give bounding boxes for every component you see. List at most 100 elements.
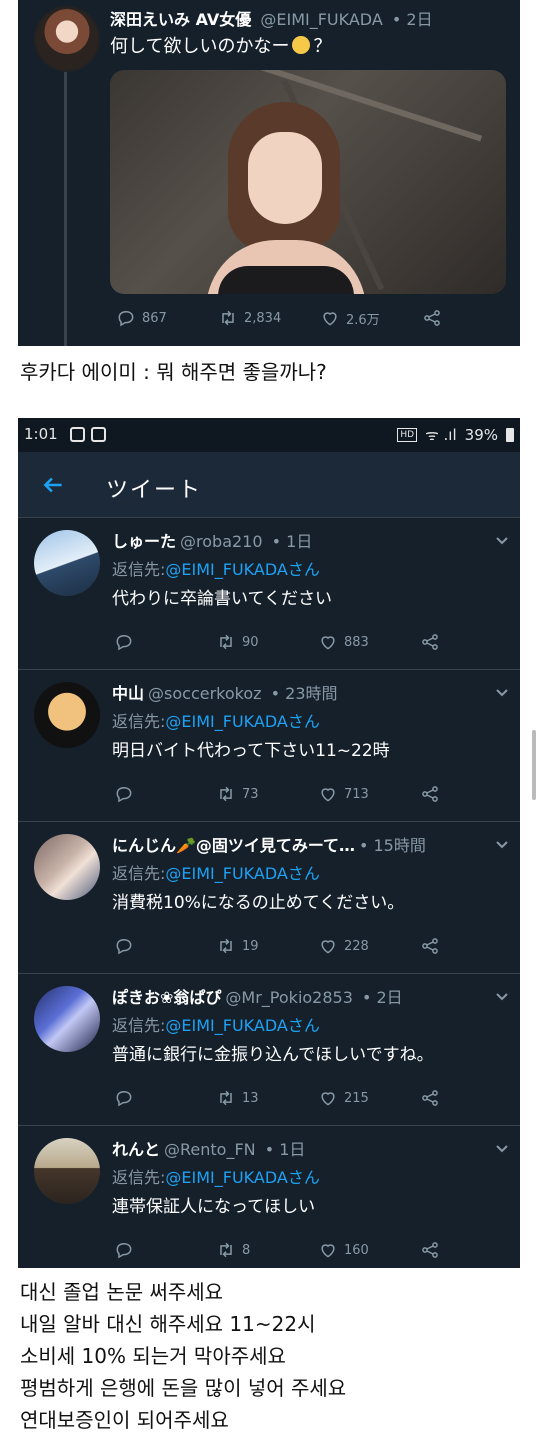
- avatar[interactable]: [34, 1138, 100, 1204]
- back-arrow-icon[interactable]: [40, 472, 66, 498]
- reply-button[interactable]: [114, 780, 134, 808]
- retweet-count: 8: [242, 1242, 251, 1258]
- reply-tweet[interactable]: にんじん🥕@固ツイ見てみーて… • 15時間 返信先:@EIMI_FUKADAさん消…: [18, 822, 520, 974]
- like-button[interactable]: 228: [318, 932, 369, 960]
- reply-actions: 13 215: [114, 1084, 514, 1110]
- status-time: 1:01: [24, 425, 58, 443]
- author-handle[interactable]: @Mr_Pokio2853: [225, 988, 352, 1007]
- like-count: 215: [344, 1090, 369, 1106]
- author-handle[interactable]: @roba210: [180, 532, 263, 551]
- like-count: 713: [344, 786, 369, 802]
- smiling-face-icon: [292, 36, 311, 54]
- share-button[interactable]: [420, 932, 440, 960]
- thread-line: [64, 70, 67, 346]
- chevron-down-icon[interactable]: [494, 836, 510, 852]
- mention-link[interactable]: @EIMI_FUKADAさん: [165, 712, 319, 731]
- scrollbar-thumb[interactable]: [532, 730, 536, 800]
- author-handle[interactable]: @Rento_FN: [164, 1140, 256, 1159]
- chevron-down-icon[interactable]: [494, 1140, 510, 1156]
- retweet-count: 90: [242, 634, 259, 650]
- original-tweet[interactable]: 深田えいみ AV女優 @EIMI_FUKADA • 2日 何して欲しいのかなー ？…: [18, 0, 520, 346]
- like-button[interactable]: 883: [318, 628, 369, 656]
- author-name[interactable]: しゅーた: [112, 532, 176, 551]
- avatar[interactable]: [34, 682, 100, 748]
- like-button[interactable]: 215: [318, 1084, 369, 1112]
- share-button[interactable]: [420, 1084, 440, 1112]
- caption-translations: 대신 졸업 논문 써주세요 내일 알바 대신 해주세요 11~22시 소비세 1…: [20, 1276, 346, 1436]
- retweet-button[interactable]: 2,834: [218, 304, 281, 332]
- share-button[interactable]: [420, 628, 440, 656]
- dot-separator: •: [265, 684, 286, 703]
- avatar[interactable]: [34, 986, 100, 1052]
- reply-time: 1日: [286, 532, 313, 551]
- reply-header: しゅーた @roba210 • 1日: [112, 528, 312, 552]
- reply-actions: 73 713: [114, 780, 514, 806]
- reply-time: 23時間: [285, 684, 338, 703]
- mention-link[interactable]: @EIMI_FUKADAさん: [165, 864, 319, 883]
- reply-button[interactable]: [114, 1084, 134, 1112]
- avatar[interactable]: [34, 530, 100, 596]
- tweet-photo[interactable]: [110, 70, 506, 294]
- like-button[interactable]: 160: [318, 1236, 369, 1264]
- reply-text: 普通に銀行に金振り込んでほしいですね。: [112, 1045, 434, 1065]
- hd-voice-icon: HD: [397, 428, 418, 442]
- reply-actions: 19 228: [114, 932, 514, 958]
- retweet-count: 13: [242, 1090, 259, 1106]
- instagram-icon: [70, 427, 85, 442]
- like-count: 160: [344, 1242, 369, 1258]
- like-button[interactable]: 2.6万: [320, 304, 380, 332]
- share-button[interactable]: [420, 1236, 440, 1264]
- reply-button[interactable]: [114, 932, 134, 960]
- author-name[interactable]: ぽきお❀翁ぱぴ: [112, 988, 221, 1007]
- reply-tweet[interactable]: しゅーた @roba210 • 1日 返信先:@EIMI_FUKADAさん 代わりに卒…: [18, 518, 520, 670]
- dot-separator: •: [358, 836, 374, 855]
- author-handle[interactable]: @EIMI_FUKADA: [260, 10, 382, 29]
- retweet-button[interactable]: 73: [216, 780, 259, 808]
- heart-icon: [321, 636, 335, 650]
- like-button[interactable]: 713: [318, 780, 369, 808]
- reply-button[interactable]: [114, 1236, 134, 1264]
- chevron-down-icon[interactable]: [494, 532, 510, 548]
- retweet-button[interactable]: 13: [216, 1084, 259, 1112]
- mention-link[interactable]: @EIMI_FUKADAさん: [165, 560, 319, 579]
- reply-header: にんじん🥕@固ツイ見てみーて… • 15時間: [112, 832, 426, 856]
- wifi-signal-icon: ᯤ .ıl: [425, 426, 457, 444]
- mention-link[interactable]: @EIMI_FUKADAさん: [165, 1168, 319, 1187]
- author-name[interactable]: れんと: [112, 1140, 160, 1159]
- caption-translation: 후카다 에이미 : 뭐 해주면 좋을까나?: [20, 360, 327, 384]
- dot-separator: •: [259, 1140, 280, 1159]
- chevron-down-icon[interactable]: [494, 988, 510, 1004]
- photo-dress: [218, 266, 354, 294]
- author-name[interactable]: にんじん🥕@固ツイ見てみーて…: [112, 836, 355, 855]
- reply-tweet[interactable]: 中山 @soccerkokoz • 23時間 返信先:@EIMI_FUKADAさん明…: [18, 670, 520, 822]
- author-name[interactable]: 深田えいみ AV女優: [110, 10, 251, 29]
- retweet-button[interactable]: 19: [216, 932, 259, 960]
- share-icon: [424, 310, 440, 326]
- share-button[interactable]: [420, 780, 440, 808]
- retweet-icon: [220, 786, 232, 802]
- reply-to-line: 返信先:@EIMI_FUKADAさん: [112, 1012, 320, 1036]
- caption-line: 연대보증인이 되어주세요: [20, 1408, 229, 1432]
- reply-to-line: 返信先:@EIMI_FUKADAさん: [112, 860, 320, 884]
- avatar[interactable]: [34, 834, 100, 900]
- reply-tweet[interactable]: れんと @Rento_FN • 1日 返信先:@EIMI_FUKADAさん 連帯保証人…: [18, 1126, 520, 1268]
- author-name[interactable]: 中山: [112, 684, 144, 703]
- retweet-button[interactable]: 8: [216, 1236, 250, 1264]
- caption-line: 평범하게 은행에 돈을 많이 넣어 주세요: [20, 1376, 347, 1400]
- mention-link[interactable]: @EIMI_FUKADAさん: [165, 1016, 319, 1035]
- avatar[interactable]: [34, 6, 100, 72]
- reply-button[interactable]: [114, 628, 134, 656]
- share-button[interactable]: [422, 304, 442, 332]
- page-title: ツイート: [106, 478, 203, 503]
- dot-separator: •: [266, 532, 287, 551]
- reply-icon: [116, 786, 132, 803]
- author-handle[interactable]: @soccerkokoz: [148, 684, 262, 703]
- reply-tweet[interactable]: ぽきお❀翁ぱぴ @Mr_Pokio2853 • 2日 返信先:@EIMI_FUKAD…: [18, 974, 520, 1126]
- battery-icon: [506, 428, 514, 442]
- retweet-button[interactable]: 90: [216, 628, 259, 656]
- reply-button[interactable]: 867: [116, 304, 167, 332]
- chevron-down-icon[interactable]: [494, 684, 510, 700]
- reply-to-line: 返信先:@EIMI_FUKADAさん: [112, 1164, 320, 1188]
- reply-text: 明日バイト代わって下さい11~22時: [112, 741, 390, 761]
- reply-actions: 8 160: [114, 1236, 514, 1262]
